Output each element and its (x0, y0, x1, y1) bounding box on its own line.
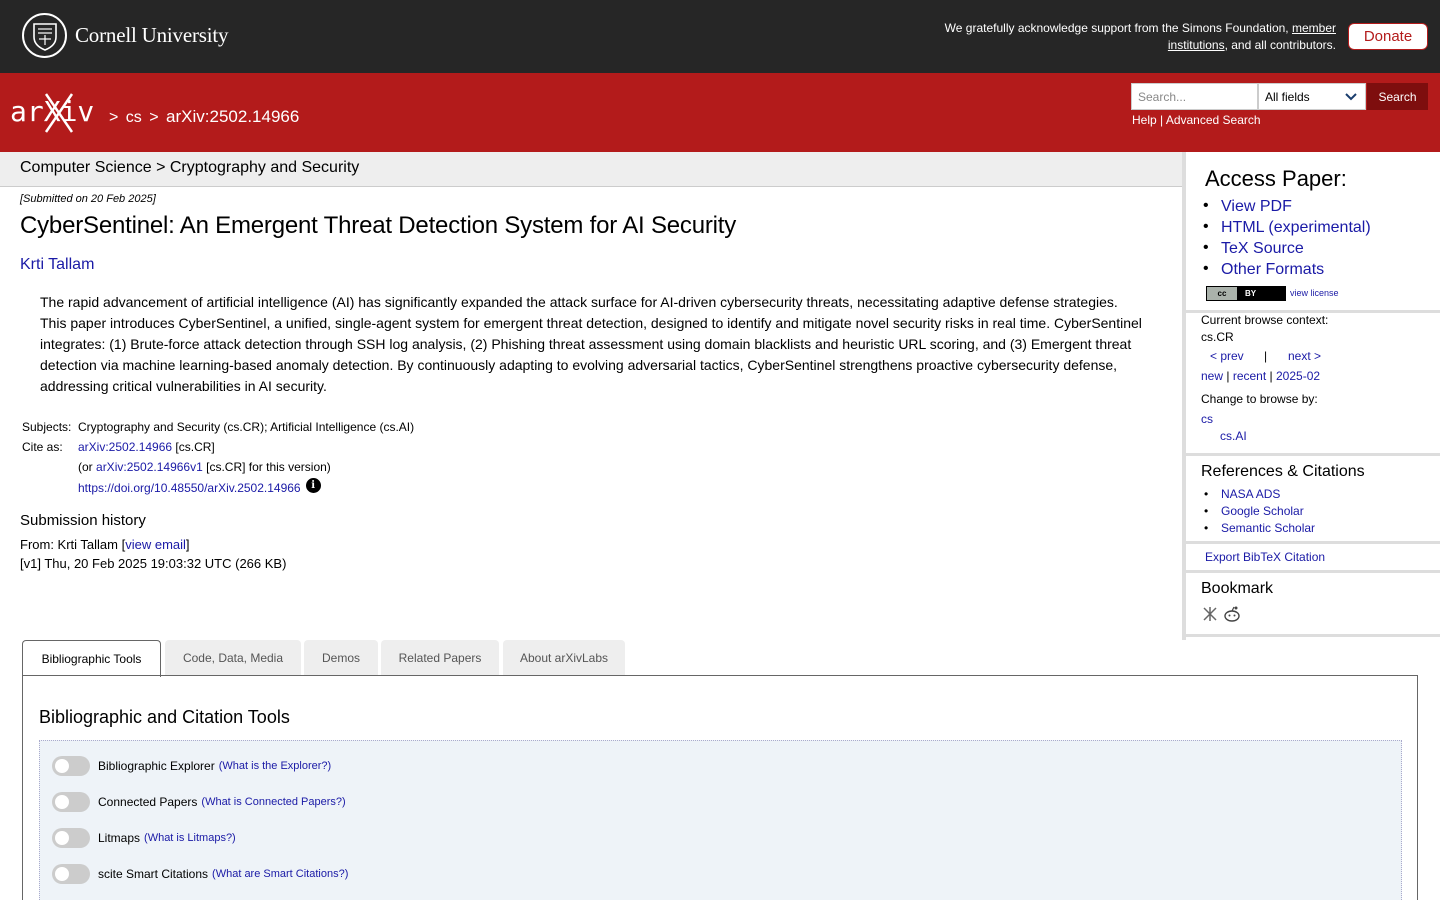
abstract: The rapid advancement of artificial inte… (40, 294, 1142, 394)
list-item: Semantic Scholar (1201, 521, 1315, 538)
divider (1186, 570, 1440, 573)
tools-heading: Bibliographic and Citation Tools (39, 707, 290, 727)
help-link[interactable]: Help (1132, 113, 1157, 127)
info-icon[interactable]: i (305, 478, 321, 493)
search-input[interactable]: Search... (1131, 83, 1258, 110)
submission-date: [Submitted on 20 Feb 2025] (20, 193, 156, 205)
connected-papers-help-link[interactable]: (What is Connected Papers?) (201, 796, 345, 808)
tool-item-litmaps: Litmaps (What is Litmaps?) (52, 828, 236, 848)
top-bar: Cornell University We gratefully acknowl… (0, 0, 1440, 73)
next-link[interactable]: next > (1288, 349, 1321, 363)
change-browse-label: Change to browse by: (1201, 392, 1318, 406)
arxiv-header: arXiv > cs > arXiv:2502.14966 Search... … (0, 73, 1440, 152)
list-item: Other Formats (1201, 260, 1371, 282)
tex-source-link[interactable]: TeX Source (1221, 240, 1304, 257)
cornell-logo[interactable]: Cornell University (22, 13, 228, 58)
version-link[interactable]: arXiv:2502.14966v1 (96, 460, 203, 474)
sidebar: Access Paper: View PDF HTML (experimenta… (1182, 152, 1440, 640)
month-link[interactable]: 2025-02 (1276, 369, 1320, 383)
bookmark-icons (1201, 605, 1241, 628)
university-name: Cornell University (75, 23, 229, 47)
search-field-select[interactable]: All fields (1258, 83, 1366, 110)
list-item: NASA ADS (1201, 487, 1315, 504)
bookmark-heading: Bookmark (1201, 580, 1274, 597)
donate-button[interactable]: Donate (1348, 23, 1428, 50)
browse-cs-ai-link[interactable]: cs.AI (1220, 429, 1247, 443)
other-formats-link[interactable]: Other Formats (1221, 261, 1324, 278)
search-button[interactable]: Search (1367, 83, 1428, 110)
access-paper-heading: Access Paper: (1205, 166, 1347, 191)
view-email-link[interactable]: view email (125, 537, 186, 552)
recent-link[interactable]: recent (1233, 369, 1266, 383)
doi-link[interactable]: https://doi.org/10.48550/arXiv.2502.1496… (78, 481, 301, 495)
breadcrumb-cs-link[interactable]: cs (126, 109, 142, 126)
scite-help-link[interactable]: (What are Smart Citations?) (212, 868, 348, 880)
search-help-links: Help | Advanced Search (1132, 113, 1261, 127)
version-history-v1: [v1] Thu, 20 Feb 2025 19:03:32 UTC (266 … (20, 556, 287, 571)
tab-bibliographic-tools[interactable]: Bibliographic Tools (22, 640, 161, 677)
export-bibtex-link[interactable]: Export BibTeX Citation (1205, 550, 1325, 564)
browse-context-value: cs.CR (1201, 330, 1234, 344)
browse-context-label: Current browse context: (1201, 313, 1329, 327)
divider (1186, 453, 1440, 456)
view-pdf-link[interactable]: View PDF (1221, 198, 1292, 215)
advanced-search-link[interactable]: Advanced Search (1166, 113, 1261, 127)
arxiv-logo[interactable]: arXiv (10, 90, 102, 136)
tab-related-papers[interactable]: Related Papers (381, 640, 499, 676)
cite-id-link[interactable]: arXiv:2502.14966 (78, 440, 172, 454)
bibsonomy-icon[interactable] (1201, 605, 1219, 628)
access-links: View PDF HTML (experimental) TeX Source … (1201, 197, 1371, 282)
view-license-link[interactable]: view license (1290, 288, 1339, 298)
bibliographic-tools-panel: Bibliographic and Citation Tools Bibliog… (22, 675, 1418, 900)
breadcrumb: > cs > arXiv:2502.14966 (109, 107, 300, 126)
litmaps-toggle[interactable] (52, 828, 90, 848)
cc-icon: cc (1207, 287, 1237, 300)
tab-code-data-media[interactable]: Code, Data, Media (165, 640, 301, 676)
paper-title: CyberSentinel: An Emergent Threat Detect… (20, 212, 737, 239)
explorer-toggle[interactable] (52, 756, 90, 776)
tab-demos[interactable]: Demos (304, 640, 378, 676)
license-badge[interactable]: cc BY (1206, 286, 1286, 301)
new-link[interactable]: new (1201, 369, 1223, 383)
tab-about-arxivlabs[interactable]: About arXivLabs (503, 640, 625, 676)
tool-item-scite: scite Smart Citations (What are Smart Ci… (52, 864, 348, 884)
references-heading: References & Citations (1201, 463, 1365, 480)
chevron-down-icon (1345, 90, 1357, 105)
semantic-scholar-link[interactable]: Semantic Scholar (1221, 521, 1315, 535)
browse-cs-link[interactable]: cs (1201, 412, 1213, 426)
browse-nav: new | recent | 2025-02 (1201, 369, 1321, 383)
tool-item-explorer: Bibliographic Explorer (What is the Expl… (52, 756, 331, 776)
google-scholar-link[interactable]: Google Scholar (1221, 504, 1304, 518)
breadcrumb-paper-id: arXiv:2502.14966 (166, 107, 300, 126)
connected-papers-toggle[interactable] (52, 792, 90, 812)
submission-from: From: Krti Tallam [view email] (20, 537, 190, 552)
tool-item-connected-papers: Connected Papers (What is Connected Pape… (52, 792, 346, 812)
html-link[interactable]: HTML (experimental) (1221, 219, 1371, 236)
submission-history-heading: Submission history (20, 512, 146, 529)
prev-link[interactable]: < prev (1210, 349, 1244, 363)
explorer-help-link[interactable]: (What is the Explorer?) (219, 760, 331, 772)
support-message: We gratefully acknowledge support from t… (944, 21, 1336, 52)
list-item: HTML (experimental) (1201, 218, 1371, 240)
list-item: Google Scholar (1201, 504, 1315, 521)
subject-header: Computer Science > Cryptography and Secu… (0, 152, 1182, 187)
litmaps-help-link[interactable]: (What is Litmaps?) (144, 832, 236, 844)
divider (1186, 634, 1440, 637)
scite-toggle[interactable] (52, 864, 90, 884)
list-item: View PDF (1201, 197, 1371, 219)
author-link[interactable]: Krti Tallam (20, 256, 94, 274)
tools-list: Bibliographic Explorer (What is the Expl… (39, 740, 1402, 900)
list-item: TeX Source (1201, 239, 1371, 261)
cornell-seal-icon (22, 13, 67, 58)
nasa-ads-link[interactable]: NASA ADS (1221, 487, 1280, 501)
reddit-icon[interactable] (1223, 605, 1241, 628)
subjects-value: Cryptography and Security (cs.CR); Artif… (78, 420, 415, 434)
divider (1186, 541, 1440, 544)
references-list: NASA ADS Google Scholar Semantic Scholar (1201, 487, 1315, 538)
